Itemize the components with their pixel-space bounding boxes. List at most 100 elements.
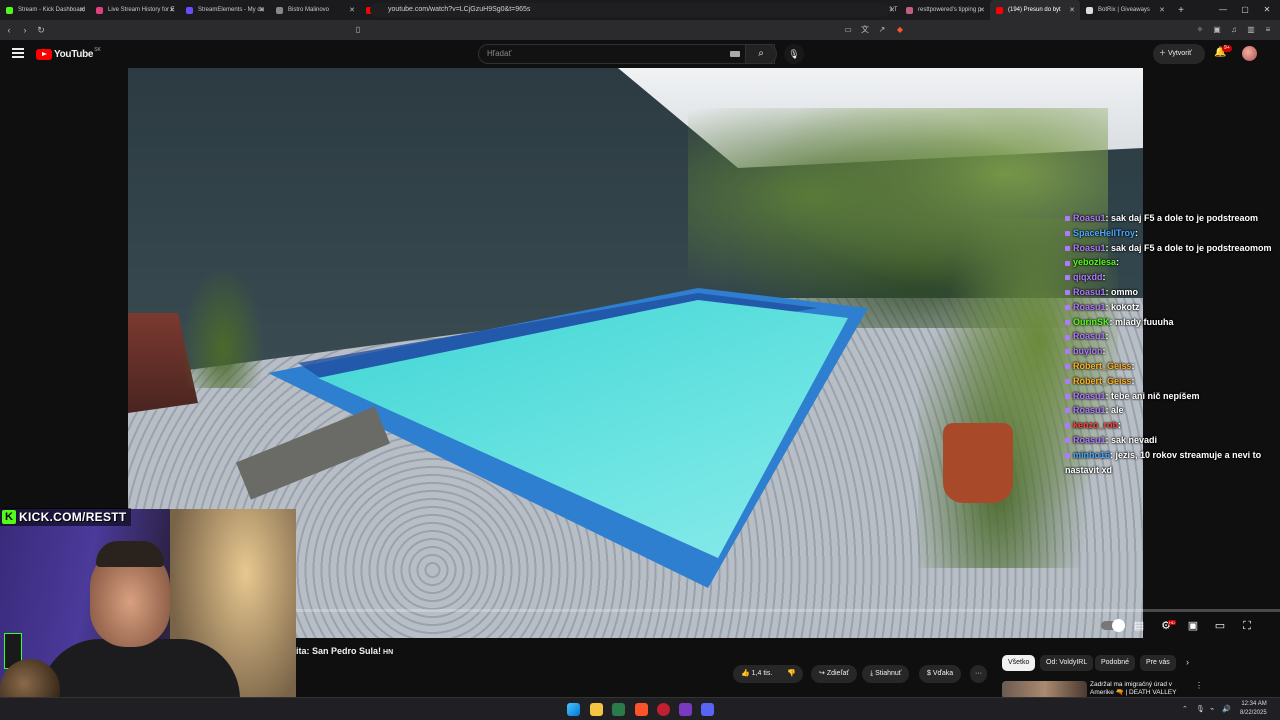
extensions-icon[interactable]: ✧ bbox=[1194, 24, 1206, 36]
thanks-button[interactable]: $ Vďaka bbox=[919, 665, 962, 683]
chat-message: Roasu1: kokotz bbox=[1065, 300, 1280, 315]
chat-message: qiqxdd: bbox=[1065, 270, 1280, 285]
tab-close-icon[interactable]: ✕ bbox=[979, 6, 985, 14]
tray-chevron-icon[interactable]: ⌃ bbox=[1182, 705, 1188, 713]
chat-separator: : bbox=[1135, 227, 1139, 238]
chat-username: SpaceHellTroy bbox=[1073, 227, 1136, 238]
browser-tab[interactable]: (194) Presun do byt ✕ bbox=[990, 0, 1080, 20]
subtitles-icon[interactable]: ▤ bbox=[1130, 619, 1148, 633]
chat-separator: : bbox=[1102, 346, 1106, 357]
tab-close-icon[interactable]: ✕ bbox=[259, 6, 265, 14]
bookmark-icon[interactable]: ▯ bbox=[352, 24, 364, 36]
browser-tab[interactable]: Bistro Malinovo ✕ bbox=[270, 0, 360, 20]
menu-icon[interactable]: ≡ bbox=[1262, 24, 1274, 36]
thanks-label: Vďaka bbox=[932, 670, 954, 677]
search-button[interactable]: ⌕ bbox=[745, 44, 777, 64]
tab-favicon-icon bbox=[96, 6, 103, 14]
tab-close-icon[interactable]: ✕ bbox=[1159, 6, 1165, 14]
sidebar-icon[interactable]: ▥ bbox=[1245, 24, 1257, 36]
maximize-icon[interactable]: ▢ bbox=[1234, 0, 1256, 20]
url-field[interactable]: youtube.com/watch?v=LCjGzuH9Sg0&t=965s bbox=[370, 3, 890, 17]
chat-separator: : bbox=[1131, 360, 1135, 371]
browser-tab[interactable]: Live Stream History for E ✕ bbox=[90, 0, 180, 20]
theater-mode-icon[interactable]: ▭ bbox=[1211, 619, 1229, 633]
filter-chip[interactable]: Všetko bbox=[1002, 655, 1036, 671]
tab-close-icon[interactable]: ✕ bbox=[889, 6, 895, 14]
system-clock[interactable]: 12:34 AM 8/22/2025 bbox=[1240, 700, 1267, 718]
wallet-icon[interactable]: ▣ bbox=[1211, 24, 1223, 36]
tray-network-icon[interactable]: ⌁ bbox=[1210, 705, 1214, 713]
reload-icon[interactable]: ↻ bbox=[34, 25, 48, 36]
recommended-title[interactable]: Zadržal ma imigračný úrad v Amerike 🔫 | … bbox=[1090, 681, 1190, 697]
brave-browser-icon[interactable] bbox=[635, 703, 648, 716]
dislike-icon[interactable]: 👎 bbox=[787, 669, 796, 677]
tab-title: Bistro Malinovo bbox=[288, 7, 330, 13]
recording-app-icon[interactable] bbox=[657, 703, 670, 716]
voice-search-icon[interactable]: 🎙 bbox=[784, 44, 804, 64]
recommended-menu-icon[interactable]: ⋮ bbox=[1195, 681, 1203, 690]
chat-text: ommo bbox=[1111, 286, 1139, 297]
tab-close-icon[interactable]: ✕ bbox=[169, 6, 175, 14]
progress-bar[interactable] bbox=[130, 609, 1280, 612]
share-button[interactable]: ↪ Zdieľať bbox=[811, 665, 858, 683]
tab-close-icon[interactable]: ✕ bbox=[79, 6, 85, 14]
create-button[interactable]: ＋ Vytvoriť bbox=[1153, 44, 1205, 64]
discord-icon[interactable] bbox=[701, 703, 714, 716]
chat-message: buylon: bbox=[1065, 344, 1280, 359]
cast-icon[interactable]: ▭ bbox=[842, 24, 854, 36]
browser-tab[interactable]: BotRix | Giveaways ✕ bbox=[1080, 0, 1170, 20]
new-tab-icon[interactable]: + bbox=[1170, 5, 1192, 16]
brave-shield-icon[interactable]: ◆ bbox=[894, 24, 906, 36]
youtube-logo[interactable]: YouTube SK bbox=[36, 47, 101, 60]
chat-badge-icon bbox=[1065, 408, 1070, 414]
forward-icon[interactable]: › bbox=[18, 25, 32, 35]
share-page-icon[interactable]: ↗ bbox=[876, 24, 888, 36]
virtual-keyboard-icon[interactable] bbox=[730, 51, 740, 57]
filter-chip[interactable]: Podobné bbox=[1095, 655, 1136, 671]
start-icon[interactable] bbox=[567, 703, 580, 716]
app-icon-purple[interactable] bbox=[679, 703, 692, 716]
youtube-header: YouTube SK Hľadať ⌕ 🎙 ＋ Vytvoriť 🔔 9+ bbox=[0, 40, 1280, 97]
autoplay-toggle[interactable] bbox=[1101, 619, 1125, 632]
like-count: 1,4 tis. bbox=[751, 670, 773, 677]
chat-badge-icon bbox=[1065, 452, 1070, 458]
chat-username: OurinSK bbox=[1073, 316, 1110, 327]
more-actions-button[interactable]: ··· bbox=[970, 665, 987, 683]
browser-tab[interactable]: resttpowered's tipping p ✕ bbox=[900, 0, 990, 20]
media-icon[interactable]: ♫ bbox=[1228, 24, 1240, 36]
notification-count-badge: 9+ bbox=[1222, 45, 1232, 52]
back-icon[interactable]: ‹ bbox=[2, 25, 16, 35]
translate-icon[interactable]: 文 bbox=[859, 24, 871, 36]
tray-volume-icon[interactable]: 🔊 bbox=[1222, 705, 1231, 713]
browser-tab[interactable]: Stream - Kick Dashboard ✕ bbox=[0, 0, 90, 20]
download-button[interactable]: ⤓ Stiahnuť bbox=[862, 665, 910, 683]
chat-message: yebozlesa: bbox=[1065, 255, 1280, 270]
chat-badge-icon bbox=[1065, 304, 1070, 310]
filter-chip[interactable]: Pre vás bbox=[1140, 655, 1176, 671]
miniplayer-icon[interactable]: ▣ bbox=[1184, 619, 1202, 633]
file-explorer-icon[interactable] bbox=[590, 703, 603, 716]
fullscreen-icon[interactable]: ⛶ bbox=[1238, 619, 1256, 633]
tray-mic-icon[interactable]: 🎙 bbox=[1196, 705, 1205, 713]
chat-username: Roasu1 bbox=[1073, 213, 1106, 223]
tab-favicon-icon bbox=[906, 6, 913, 14]
tab-close-icon[interactable]: ✕ bbox=[349, 6, 355, 14]
hamburger-menu-icon[interactable] bbox=[12, 48, 24, 58]
chips-next-icon[interactable]: › bbox=[1186, 657, 1189, 667]
browser-tab[interactable]: StreamElements - My do ✕ bbox=[180, 0, 270, 20]
minimize-icon[interactable]: — bbox=[1212, 0, 1234, 20]
tab-title: Live Stream History for E bbox=[108, 7, 175, 13]
chat-message: Roasu1: sak nevadi bbox=[1065, 433, 1280, 448]
tab-close-icon[interactable]: ✕ bbox=[1069, 6, 1075, 14]
chat-username: buylon bbox=[1073, 346, 1103, 357]
account-avatar[interactable] bbox=[1242, 46, 1257, 61]
webcam-overlay bbox=[0, 509, 296, 720]
chat-username: Roasu1 bbox=[1073, 331, 1106, 342]
hd-badge: HD bbox=[1168, 620, 1176, 625]
terminal-icon[interactable] bbox=[612, 703, 625, 716]
chat-badge-icon bbox=[1065, 245, 1070, 251]
filter-chip[interactable]: Od: VoldyIRL bbox=[1040, 655, 1094, 671]
chat-message: minho16: jezis, 10 rokov streamuje a nev… bbox=[1065, 448, 1280, 478]
chat-badge-icon bbox=[1065, 393, 1070, 399]
close-window-icon[interactable]: ✕ bbox=[1256, 0, 1278, 20]
